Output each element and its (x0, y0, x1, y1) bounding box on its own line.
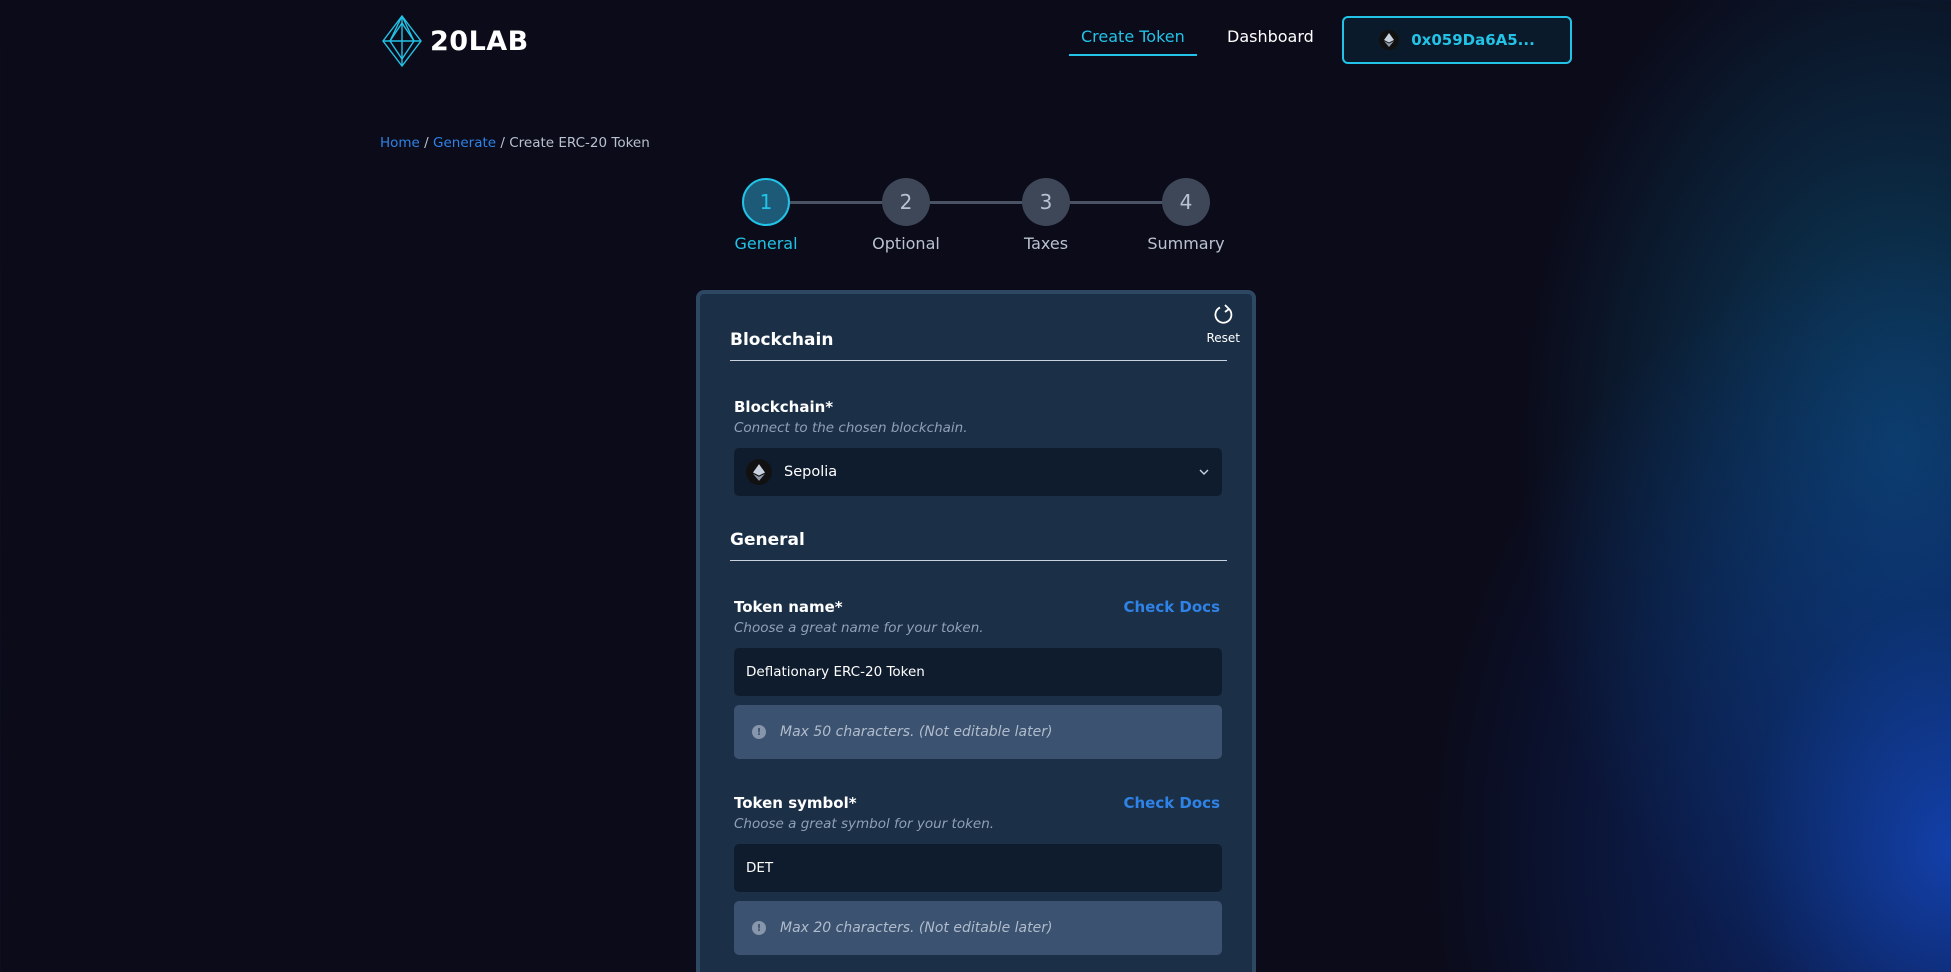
logo-text: 20LAB (430, 25, 529, 57)
wallet-address: 0x059Da6A5... (1411, 31, 1535, 49)
nav-dashboard[interactable]: Dashboard (1215, 27, 1326, 54)
token-symbol-info: ! Max 20 characters. (Not editable later… (734, 901, 1222, 955)
step-label: Optional (872, 234, 940, 253)
step-label: General (734, 234, 798, 253)
reset-icon (1214, 304, 1233, 324)
breadcrumb-home[interactable]: Home (380, 135, 420, 151)
token-name-check-docs-link[interactable]: Check Docs (1123, 598, 1220, 616)
step-label: Summary (1147, 234, 1225, 253)
chevron-down-icon (1199, 469, 1209, 475)
exclamation-icon: ! (752, 725, 766, 739)
blockchain-label: Blockchain* (734, 398, 834, 416)
step-number: 1 (742, 178, 790, 226)
breadcrumb-separator: / (496, 135, 510, 151)
section-title-general: General (730, 530, 1227, 561)
ethereum-icon (746, 459, 772, 485)
breadcrumb-current: Create ERC-20 Token (509, 135, 650, 151)
token-name-input[interactable] (734, 648, 1222, 696)
logo[interactable]: 20LAB (380, 14, 529, 68)
step-number: 4 (1162, 178, 1210, 226)
breadcrumb-separator: / (419, 135, 434, 151)
ethereum-icon (1379, 30, 1400, 50)
wallet-button[interactable]: 0x059Da6A5... (1342, 16, 1572, 64)
section-title-blockchain: Blockchain (730, 330, 1227, 361)
token-symbol-info-text: Max 20 characters. (Not editable later) (780, 920, 1053, 936)
step-label: Taxes (1023, 234, 1069, 253)
diamond-logo-icon (382, 14, 422, 68)
step-summary[interactable]: 4 Summary (1126, 178, 1246, 253)
top-header: 20LAB Create Token Dashboard 0x059Da6A5.… (0, 0, 1951, 80)
exclamation-icon: ! (752, 921, 766, 935)
token-name-label: Token name* (734, 598, 843, 616)
step-optional[interactable]: 2 Optional (846, 178, 966, 253)
token-symbol-help: Choose a great symbol for your token. (734, 816, 995, 832)
step-number: 3 (1022, 178, 1070, 226)
step-taxes[interactable]: 3 Taxes (986, 178, 1106, 253)
step-number: 2 (882, 178, 930, 226)
token-name-info: ! Max 50 characters. (Not editable later… (734, 705, 1222, 759)
token-name-help: Choose a great name for your token. (734, 620, 984, 636)
blockchain-select[interactable]: Sepolia (734, 448, 1222, 496)
stepper: 1 General 2 Optional 3 Taxes 4 Summary (720, 178, 1240, 258)
step-general[interactable]: 1 General (706, 178, 826, 253)
token-name-info-text: Max 50 characters. (Not editable later) (780, 724, 1053, 740)
token-symbol-input[interactable] (734, 844, 1222, 892)
nav-create-token[interactable]: Create Token (1069, 27, 1197, 56)
token-symbol-check-docs-link[interactable]: Check Docs (1123, 794, 1220, 812)
token-symbol-label: Token symbol* (734, 794, 857, 812)
breadcrumb-generate[interactable]: Generate (433, 135, 496, 151)
breadcrumb: Home / Generate / Create ERC-20 Token (380, 135, 650, 151)
blockchain-selected-value: Sepolia (784, 464, 838, 480)
blockchain-help: Connect to the chosen blockchain. (734, 420, 968, 436)
token-form-card: Reset Blockchain Blockchain* Connect to … (696, 290, 1256, 972)
